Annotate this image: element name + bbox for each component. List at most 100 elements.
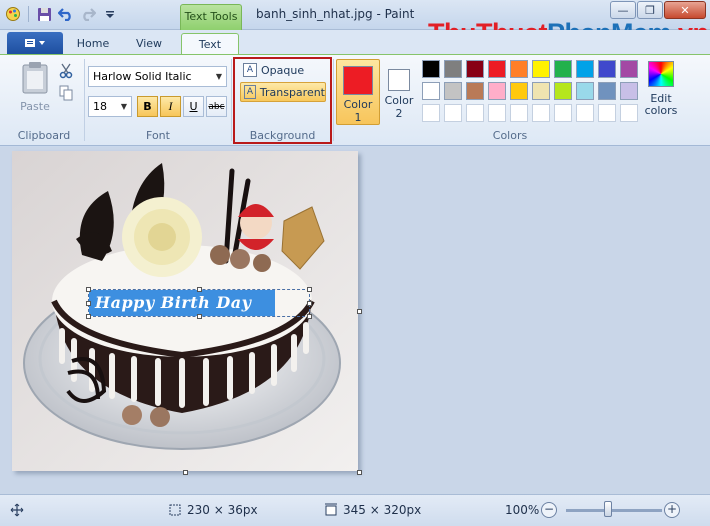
text-box[interactable]: Happy Birth Day [86, 287, 312, 319]
resize-handle[interactable] [86, 287, 91, 292]
color2-swatch [388, 69, 410, 91]
undo-icon[interactable] [57, 5, 75, 23]
palette-swatch[interactable] [598, 60, 616, 78]
cut-icon[interactable] [59, 63, 73, 82]
color-wheel-icon [648, 61, 674, 87]
tab-view[interactable]: View [124, 33, 174, 54]
palette-swatch[interactable] [576, 104, 594, 122]
canvas-resize-handle[interactable] [357, 470, 362, 475]
palette-swatch[interactable] [488, 104, 506, 122]
palette-swatch[interactable] [620, 60, 638, 78]
palette-swatch[interactable] [444, 82, 462, 100]
palette-swatch[interactable] [576, 82, 594, 100]
underline-button[interactable]: U [183, 96, 204, 117]
italic-button[interactable]: I [160, 96, 181, 117]
palette-swatch[interactable] [466, 82, 484, 100]
save-icon[interactable] [35, 5, 53, 23]
group-separator [231, 59, 232, 141]
text-tools-contextual-tab: Text Tools [180, 4, 242, 30]
palette-swatch[interactable] [532, 60, 550, 78]
palette-swatch[interactable] [488, 60, 506, 78]
palette-swatch[interactable] [554, 104, 572, 122]
paste-label: Paste [20, 100, 50, 113]
paste-button[interactable]: Paste [16, 61, 54, 117]
strikethrough-button[interactable]: abc [206, 96, 227, 117]
selection-size-icon [169, 504, 181, 516]
color2-number: 2 [395, 107, 403, 120]
color1-swatch [343, 66, 373, 95]
chevron-down-icon: ▼ [215, 72, 222, 81]
customize-toolbar-icon[interactable] [101, 5, 119, 23]
resize-handle[interactable] [307, 301, 312, 306]
zoom-in-button[interactable]: + [664, 502, 680, 518]
color2-button[interactable]: Color 2 [377, 59, 421, 125]
chevron-down-icon: ▼ [120, 102, 127, 111]
menu-icon [25, 39, 45, 47]
ribbon-tab-row: Home View Text [0, 30, 710, 54]
resize-handle[interactable] [86, 314, 91, 319]
canvas-workarea[interactable]: Happy Birth Day [0, 147, 710, 494]
palette-swatch[interactable] [444, 104, 462, 122]
minimize-button[interactable]: — [610, 1, 636, 19]
palette-swatch[interactable] [488, 82, 506, 100]
copy-icon[interactable] [59, 85, 73, 104]
palette-swatch[interactable] [532, 104, 550, 122]
zoom-out-button[interactable]: − [541, 502, 557, 518]
font-size-select[interactable]: 18 ▼ [88, 96, 132, 117]
quick-access-toolbar [4, 5, 119, 23]
resize-handle[interactable] [307, 314, 312, 319]
bold-button[interactable]: B [137, 96, 158, 117]
color1-label: Color [343, 98, 373, 111]
paint-menu-button[interactable] [7, 32, 63, 54]
canvas-resize-handle[interactable] [183, 470, 188, 475]
font-family-value: Harlow Solid Italic [93, 70, 192, 83]
text-box-content[interactable]: Happy Birth Day [89, 290, 275, 316]
window-controls: — ❐ ✕ [610, 1, 706, 19]
palette-swatch[interactable] [554, 82, 572, 100]
palette-swatch[interactable] [422, 104, 440, 122]
color1-button[interactable]: Color 1 [336, 59, 380, 125]
maximize-button[interactable]: ❐ [637, 1, 663, 19]
palette-swatch[interactable] [620, 82, 638, 100]
zoom-slider-track[interactable] [566, 509, 662, 512]
palette-swatch[interactable] [510, 104, 528, 122]
edit-colors-button[interactable]: Edit colors [641, 61, 681, 117]
palette-swatch[interactable] [620, 104, 638, 122]
color2-label: Color [384, 94, 414, 107]
palette-swatch[interactable] [598, 82, 616, 100]
color1-number: 1 [354, 111, 362, 124]
resize-handle[interactable] [197, 287, 202, 292]
selection-size: 230 × 36px [168, 503, 258, 517]
palette-swatch[interactable] [422, 60, 440, 78]
palette-swatch[interactable] [532, 82, 550, 100]
canvas-resize-handle[interactable] [357, 309, 362, 314]
palette-swatch[interactable] [510, 82, 528, 100]
paint-app-icon[interactable] [4, 5, 22, 23]
palette-swatch[interactable] [422, 82, 440, 100]
redo-icon[interactable] [79, 5, 97, 23]
color-palette [422, 60, 640, 124]
close-button[interactable]: ✕ [664, 1, 706, 19]
resize-handle[interactable] [86, 301, 91, 306]
colors-group-label: Colors [492, 129, 528, 142]
group-separator [84, 59, 85, 141]
image-canvas[interactable]: Happy Birth Day [12, 151, 358, 471]
image-size-value: 345 × 320px [343, 503, 422, 517]
image-size: 345 × 320px [324, 503, 421, 517]
palette-swatch[interactable] [466, 104, 484, 122]
font-group-label: Font [146, 129, 170, 142]
clipboard-group-label: Clipboard [17, 129, 71, 142]
palette-swatch[interactable] [598, 104, 616, 122]
palette-swatch[interactable] [444, 60, 462, 78]
palette-swatch[interactable] [466, 60, 484, 78]
palette-swatch[interactable] [576, 60, 594, 78]
resize-handle[interactable] [197, 314, 202, 319]
font-family-select[interactable]: Harlow Solid Italic ▼ [88, 66, 227, 87]
zoom-slider-thumb[interactable] [604, 501, 612, 517]
tab-home[interactable]: Home [66, 33, 120, 54]
palette-swatch[interactable] [554, 60, 572, 78]
palette-swatch[interactable] [510, 60, 528, 78]
resize-handle[interactable] [307, 287, 312, 292]
tab-text[interactable]: Text [181, 33, 239, 54]
crosshair-icon [10, 503, 24, 517]
